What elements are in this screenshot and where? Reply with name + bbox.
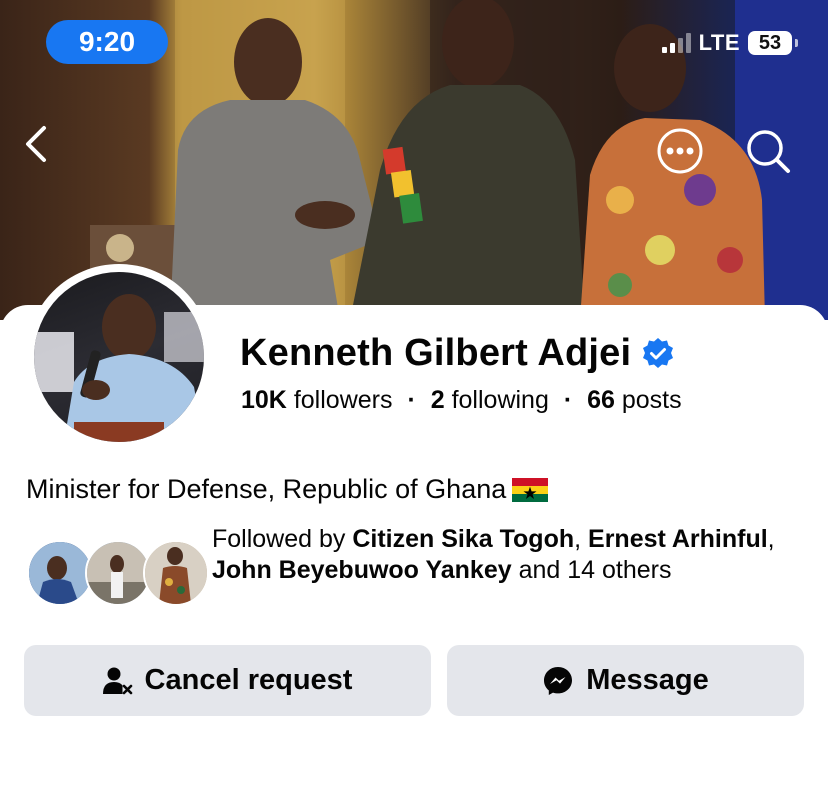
ghana-flag-icon: [512, 477, 549, 502]
cancel-request-button[interactable]: Cancel request: [24, 645, 431, 716]
mutual-follower-name[interactable]: John Beyebuwoo Yankey: [212, 556, 512, 584]
status-time: 9:20: [46, 20, 168, 64]
profile-bio: Minister for Defense, Republic of Ghana: [26, 474, 549, 505]
network-type: LTE: [698, 30, 740, 55]
verified-badge-icon: [643, 337, 674, 368]
search-button[interactable]: [744, 127, 792, 175]
profile-name-row: Kenneth Gilbert Adjei: [240, 332, 675, 375]
more-options-button[interactable]: [656, 127, 704, 175]
status-indicators: LTE 53: [661, 30, 798, 56]
mutual-follower-name[interactable]: Citizen Sika Togoh: [352, 525, 574, 553]
profile-stats: 10K followers · 2 following · 66 posts: [241, 386, 682, 414]
chevron-left-icon: [26, 126, 46, 162]
message-button[interactable]: Message: [447, 645, 804, 716]
profile-name: Kenneth Gilbert Adjei: [240, 332, 632, 374]
message-label: Message: [586, 664, 709, 696]
messenger-icon: [544, 666, 573, 695]
search-icon: [747, 130, 790, 173]
battery-level: 53: [748, 31, 798, 55]
back-button[interactable]: [22, 124, 70, 172]
bio-text: Minister for Defense, Republic of Ghana: [26, 474, 507, 504]
signal-icon: [661, 33, 691, 53]
following-link[interactable]: 2 following: [431, 386, 549, 414]
mutual-follower-name[interactable]: Ernest Arhinful: [588, 525, 768, 553]
mutual-avatar: [27, 540, 93, 606]
more-horizontal-icon: [657, 128, 703, 174]
avatar-photo: [34, 294, 204, 442]
person-remove-icon: [102, 667, 132, 694]
cancel-request-label: Cancel request: [144, 664, 353, 696]
posts-count: 66 posts: [587, 386, 682, 414]
profile-avatar[interactable]: [34, 272, 204, 442]
followed-by-text[interactable]: Followed by Citizen Sika Togoh, Ernest A…: [212, 524, 792, 586]
mutual-avatar: [143, 540, 209, 606]
mutual-avatar: [85, 540, 151, 606]
followers-link[interactable]: 10K followers: [241, 386, 392, 414]
mutual-followers-avatars[interactable]: [27, 540, 209, 606]
